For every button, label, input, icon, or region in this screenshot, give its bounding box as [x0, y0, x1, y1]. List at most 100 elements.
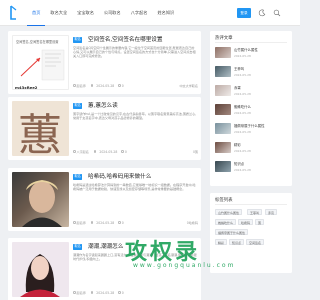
- article-thumbnail[interactable]: [215, 104, 231, 115]
- category-tag[interactable]: 取名: [73, 244, 83, 250]
- watermark-url: www.gongquanlu.com: [133, 262, 236, 269]
- eye-icon: [118, 221, 121, 224]
- nav-name-knowledge[interactable]: 姓名知识: [152, 0, 179, 26]
- tag-chip[interactable]: 精彩: [215, 239, 228, 245]
- article-date: 2024-05-28: [234, 53, 251, 58]
- tag-chip[interactable]: 哈希码: [238, 219, 254, 225]
- nav-bazi-naming[interactable]: 八字起名: [126, 0, 153, 26]
- post-excerpt: 哈希码是通过哈希算法计算得到的一串数值,它能够唯一地标识一组数据。在程序开发中,…: [73, 183, 196, 192]
- nav-home[interactable]: 首页: [27, 0, 46, 26]
- hot-article-item[interactable]: 赤霄 2024-05-28: [215, 85, 287, 98]
- search-icon[interactable]: [273, 9, 281, 17]
- moon-icon[interactable]: [258, 9, 266, 17]
- divider: [215, 204, 287, 205]
- site-logo[interactable]: [9, 5, 18, 20]
- article-title[interactable]: 赤霄: [234, 85, 241, 90]
- tag-chip[interactable]: 知识点: [229, 239, 245, 245]
- article-date: 2024-05-28: [234, 129, 251, 134]
- user-icon: [73, 84, 76, 87]
- user-icon: [73, 221, 76, 224]
- nav-naming-encyclopedia[interactable]: 取名大全: [45, 0, 72, 26]
- tag-chip[interactable]: 蜘蛛吃什么: [215, 219, 237, 225]
- post-views: 0: [124, 149, 127, 154]
- article-date: 2024-05-28: [234, 91, 251, 96]
- main-nav: 首页 取名大全 宝宝取名 公司取名 八字起名 姓名知识: [27, 0, 179, 26]
- hot-article-item[interactable]: 蜘蛛吃什么 2024-05-28: [215, 104, 287, 117]
- post-views: 0: [121, 220, 124, 225]
- clock-icon: [90, 291, 94, 294]
- post-excerpt: 蕙字读作huì,是一个比较常见的汉字,在古代多指香草。以蕙字取名寓意美好高洁,蕙…: [73, 112, 197, 121]
- panel-title: 热评文章: [215, 36, 233, 41]
- post-views: 0: [121, 290, 124, 295]
- article-thumbnail[interactable]: [215, 47, 231, 58]
- nav-baby-naming[interactable]: 宝宝取名: [72, 0, 99, 26]
- post-meta: 起名师 2024-05-28 0 0哈希码: [73, 220, 198, 225]
- category-tag[interactable]: 取名: [73, 174, 83, 180]
- article-title[interactable]: 王菲叫: [234, 66, 244, 71]
- post-author[interactable]: 起名师: [77, 290, 86, 295]
- portrait-photo: [20, 254, 60, 297]
- article-date: 2024-05-28: [234, 167, 251, 172]
- portrait-photo: [22, 180, 62, 227]
- post-title[interactable]: 空间签名,空间签名在哪里设置: [88, 35, 198, 43]
- post-card[interactable]: 蕙 取名 蕙,蕙怎么读 蕙字读作huì,是一个比较常见的汉字,在古代多指香草。以…: [8, 97, 201, 160]
- post-thumbnail[interactable]: [12, 242, 69, 297]
- hot-articles-panel: 热评文章 山竹属什么属性 2024-05-28 王菲叫 2024-05-28 赤…: [210, 31, 292, 186]
- post-title[interactable]: 蕙,蕙怎么读: [88, 101, 198, 109]
- clock-icon: [90, 221, 94, 224]
- post-meta: 起名师 2024-05-28 0 中文大学取名: [73, 83, 198, 88]
- tag-chip[interactable]: 空间签名: [246, 239, 265, 245]
- article-date: 2024-05-28: [234, 72, 251, 77]
- article-title[interactable]: 蜘蛛吃什么: [234, 104, 251, 109]
- tag-chip[interactable]: 福佩帝属于什么属性: [215, 229, 249, 235]
- article-thumbnail[interactable]: [215, 85, 231, 96]
- article-title[interactable]: 知识点: [234, 161, 244, 166]
- post-thumbnail[interactable]: [12, 172, 69, 227]
- tag-chip[interactable]: 赤霄: [265, 209, 278, 215]
- post-excerpt: 空间签名是QQ空间个性展示的重要内容,它一般位于空间首页的显眼位置,既能表达自己…: [73, 46, 196, 59]
- post-author[interactable]: 八字起名: [77, 149, 89, 154]
- post-author[interactable]: 起名师: [77, 220, 86, 225]
- post-author[interactable]: 起名师: [77, 83, 86, 88]
- hot-article-item[interactable]: 山竹属什么属性 2024-05-28: [215, 47, 287, 60]
- user-icon: [73, 150, 76, 153]
- post-date: 2024-05-28: [99, 149, 118, 154]
- user-icon: [73, 291, 76, 294]
- tag-chip[interactable]: 蕙: [255, 219, 265, 225]
- post-date: 2024-05-28: [96, 83, 115, 88]
- article-thumbnail[interactable]: [215, 161, 231, 172]
- divider: [215, 42, 287, 43]
- thumbnail-caption: 空间签名,空间签名在哪里设置: [16, 40, 59, 44]
- post-thumbnail[interactable]: 蕙: [12, 101, 69, 156]
- article-title[interactable]: 福佩帝属于什么属性: [234, 123, 265, 128]
- hot-article-item[interactable]: 福佩帝属于什么属性 2024-05-28: [215, 123, 287, 136]
- hot-article-item[interactable]: 知识点 2024-05-28: [215, 161, 287, 174]
- post-tag-link[interactable]: 0哈希码: [187, 220, 198, 225]
- post-thumbnail[interactable]: 空间签名,空间签名在哪里设置 m43xRee2: [12, 35, 69, 90]
- post-date: 2024-05-28: [96, 290, 115, 295]
- article-thumbnail[interactable]: [215, 142, 231, 153]
- hot-article-item[interactable]: 王菲叫 2024-05-28: [215, 66, 287, 79]
- article-date: 2024-05-28: [234, 110, 251, 115]
- post-card[interactable]: 空间签名,空间签名在哪里设置 m43xRee2 取名 空间签名,空间签名在哪里设…: [8, 31, 201, 94]
- eye-icon: [118, 291, 121, 294]
- post-card[interactable]: 取名 哈希码,哈希码用来做什么 哈希码是通过哈希算法计算得到的一串数值,它能够唯…: [8, 168, 201, 231]
- top-navbar: 首页 取名大全 宝宝取名 公司取名 八字起名 姓名知识 登录: [0, 0, 300, 26]
- post-tag-link[interactable]: 0蕙: [193, 149, 198, 154]
- article-title[interactable]: 山竹属什么属性: [234, 47, 258, 52]
- category-tag[interactable]: 取名: [73, 37, 83, 43]
- tag-chip[interactable]: 山竹属什么属性: [215, 209, 243, 215]
- article-thumbnail[interactable]: [215, 123, 231, 134]
- category-tag[interactable]: 取名: [73, 103, 83, 109]
- post-tag-link[interactable]: 中文大学取名: [179, 83, 198, 88]
- nav-company-naming[interactable]: 公司取名: [99, 0, 126, 26]
- clock-icon: [93, 150, 97, 153]
- post-title[interactable]: 哈希码,哈希码用来做什么: [88, 172, 198, 180]
- panel-title: 标签列表: [215, 198, 233, 203]
- login-button[interactable]: 登录: [237, 8, 251, 18]
- article-thumbnail[interactable]: [215, 66, 231, 77]
- tag-chip[interactable]: 王菲叫: [247, 209, 263, 215]
- hot-article-item[interactable]: 精彩 2024-05-28: [215, 142, 287, 155]
- article-title[interactable]: 精彩: [234, 142, 241, 147]
- thumbnail-subcaption: m43xRee2: [15, 85, 38, 90]
